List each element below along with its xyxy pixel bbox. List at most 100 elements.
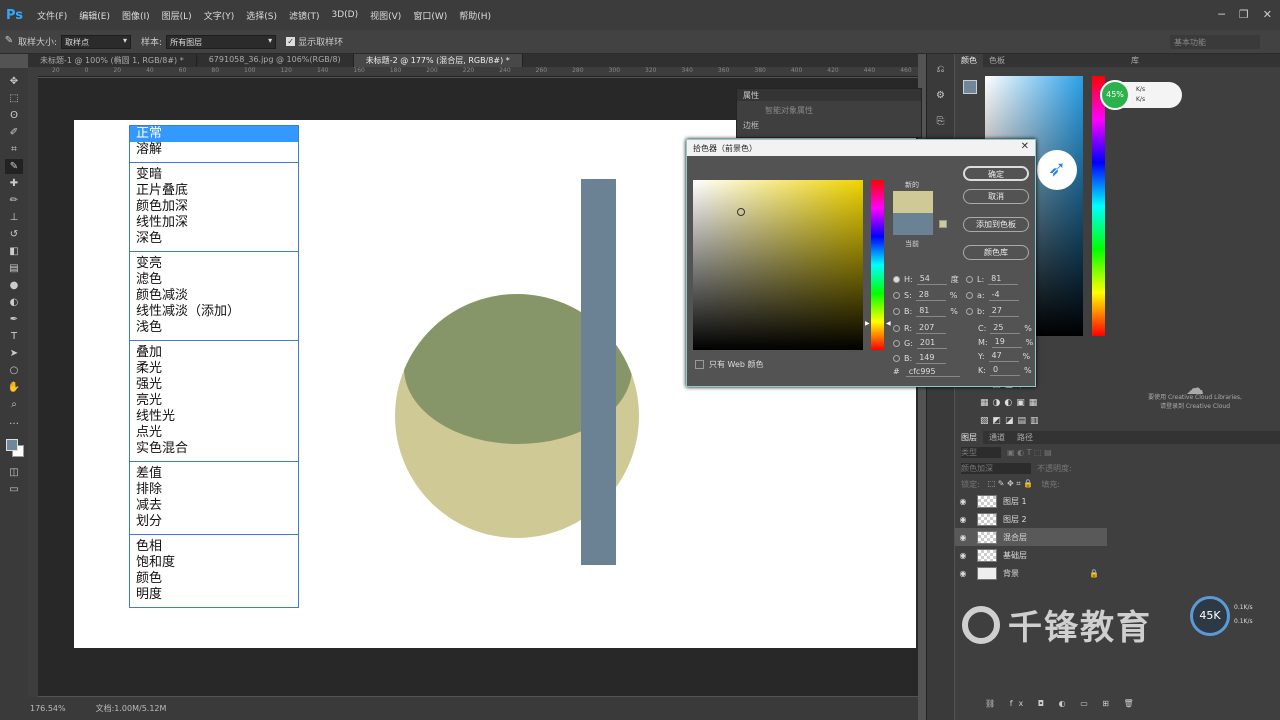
web-only-option[interactable]: 只有 Web 颜色 [695,359,764,370]
web-only-checkbox[interactable] [695,360,704,369]
field-a[interactable]: a: -4 [966,289,1023,301]
quick-select-icon[interactable]: ✐ [5,125,23,140]
radio-h[interactable] [893,275,900,283]
show-ring-checkbox[interactable]: ✓ [286,37,296,46]
radio-b[interactable] [893,307,900,315]
hex-input[interactable]: cfc995 [905,367,960,377]
radio-a[interactable] [966,291,973,299]
close-icon[interactable]: ✕ [1263,8,1272,21]
menu-layer[interactable]: 图层(L) [162,9,192,22]
tab-layers[interactable]: 图层 [955,431,983,444]
tab-channels[interactable]: 通道 [983,431,1011,444]
visibility-eye-icon[interactable]: ◉ [955,497,971,506]
color-hue-slider[interactable] [1092,76,1105,336]
menu-select[interactable]: 选择(S) [246,9,277,22]
stamp-tool-icon[interactable]: ⊥ [5,210,23,225]
fg-mini-swatch[interactable] [963,80,977,94]
hue-arrow-left-icon[interactable]: ▶ [865,320,870,327]
zoom-level[interactable]: 176.54% [30,704,66,713]
layer-row[interactable]: ◉ 背景 🔒 [955,564,1107,582]
path-select-icon[interactable]: ➤ [5,346,23,361]
quick-mask-icon[interactable]: ◫ [5,465,23,480]
menu-window[interactable]: 窗口(W) [413,9,447,22]
hex-field[interactable]: # cfc995 [893,367,960,377]
eyedropper-tool-icon[interactable]: ✎ [5,159,23,174]
screen-mode-icon[interactable]: ▭ [5,482,23,497]
field-h[interactable]: H: 54 度 [893,273,961,285]
field-y[interactable]: Y: 47% [978,350,1033,362]
menu-view[interactable]: 视图(V) [370,9,401,22]
menu-edit[interactable]: 编辑(E) [79,9,110,22]
radio-r[interactable] [893,324,900,332]
field-k[interactable]: K: 0% [978,364,1034,376]
gamut-warning-icon[interactable] [939,220,947,228]
layer-row[interactable]: ◉ 图层 1 [955,492,1107,510]
field-lab-b[interactable]: b: 27 [966,305,1023,317]
menu-type[interactable]: 文字(Y) [204,9,235,22]
field-c[interactable]: C: 25% [978,322,1034,334]
visibility-eye-icon[interactable]: ◉ [955,569,971,578]
healing-tool-icon[interactable]: ✚ [5,176,23,191]
ok-button[interactable]: 确定 [963,166,1029,181]
more-tools-icon[interactable]: … [5,414,23,429]
tab-doc-3[interactable]: 未标题-2 @ 177% (混合层, RGB/8#) * [353,54,523,67]
layer-row[interactable]: ◉ 混合层 [955,528,1107,546]
gradient-tool-icon[interactable]: ▤ [5,261,23,276]
tab-color[interactable]: 颜色 [955,54,983,67]
eraser-tool-icon[interactable]: ◧ [5,244,23,259]
field-l[interactable]: L: 81 [966,273,1022,285]
minimize-icon[interactable]: ─ [1218,8,1225,21]
tab-doc-2[interactable]: 6791058_36.jpg @ 106%(RGB/8) [197,54,354,67]
tab-doc-1[interactable]: 未标题-1 @ 100% (椭圆 1, RGB/8#) * [28,54,197,67]
radio-s[interactable] [893,291,900,299]
menu-image[interactable]: 图像(I) [122,9,150,22]
hand-tool-icon[interactable]: ✋ [5,380,23,395]
visibility-eye-icon[interactable]: ◉ [955,551,971,560]
sample-select[interactable]: 所有图层 [166,34,277,49]
crop-tool-icon[interactable]: ⌗ [5,142,23,157]
radio-g[interactable] [893,339,900,347]
workspace-select[interactable]: 基本功能 [1170,35,1260,49]
blur-tool-icon[interactable]: ● [5,278,23,293]
add-to-swatches-button[interactable]: 添加到色板 [963,217,1029,232]
dialog-hue-slider[interactable] [871,180,884,350]
dodge-tool-icon[interactable]: ◐ [5,295,23,310]
field-b[interactable]: B: 81% [893,305,960,317]
history-panel-icon[interactable]: ⎌ [934,64,948,78]
color-libraries-button[interactable]: 颜色库 [963,245,1029,260]
cancel-button[interactable]: 取消 [963,189,1029,204]
restore-icon[interactable]: ❐ [1239,8,1249,21]
radio-lab-b[interactable] [966,307,973,315]
properties-section[interactable]: 边框 [737,120,921,131]
color-swatches[interactable] [4,437,24,459]
adjust-panel-icon[interactable]: ⚙ [934,90,948,104]
foreground-color-swatch[interactable] [6,439,18,451]
visibility-eye-icon[interactable]: ◉ [955,533,971,542]
blend-mode-select[interactable]: 颜色加深 [961,462,1031,474]
tool-preset-icon[interactable]: ⎘ [934,116,948,130]
layer-filter-icons[interactable]: ▣ ◐ T ⬚ ▤ [1007,448,1052,457]
layer-bottom-icons[interactable]: ⛓ fx ◘ ◐ ▭ ⊞ 🗑 [985,699,1140,708]
layer-row[interactable]: ◉ 基础层 [955,546,1107,564]
menu-help[interactable]: 帮助(H) [459,9,491,22]
zoom-tool-icon[interactable]: ⌕ [5,397,23,412]
field-g[interactable]: G: 201 [893,337,951,349]
type-tool-icon[interactable]: T [5,329,23,344]
menu-file[interactable]: 文件(F) [37,9,67,22]
sample-size-select[interactable]: 取样点 [61,34,132,49]
hue-arrow-right-icon[interactable]: ◀ [886,320,891,327]
field-blue[interactable]: B: 149 [893,352,950,364]
eyedropper-option-icon[interactable]: ✎ [0,33,18,48]
move-tool-icon[interactable]: ✥ [5,74,23,89]
lasso-tool-icon[interactable]: ʘ [5,108,23,123]
lock-icons[interactable]: ⬚ ✎ ✥ ⌗ 🔒 [988,479,1034,489]
layer-kind-select[interactable]: 类型 [961,446,1001,458]
brush-tool-icon[interactable]: ✏ [5,193,23,208]
tab-swatches[interactable]: 色板 [983,54,1011,67]
picker-cursor[interactable] [737,208,745,216]
shape-tool-icon[interactable]: ○ [5,363,23,378]
field-m[interactable]: M: 19% [978,336,1036,348]
menu-3d[interactable]: 3D(D) [332,10,359,20]
history-brush-icon[interactable]: ↺ [5,227,23,242]
tab-paths[interactable]: 路径 [1011,431,1039,444]
